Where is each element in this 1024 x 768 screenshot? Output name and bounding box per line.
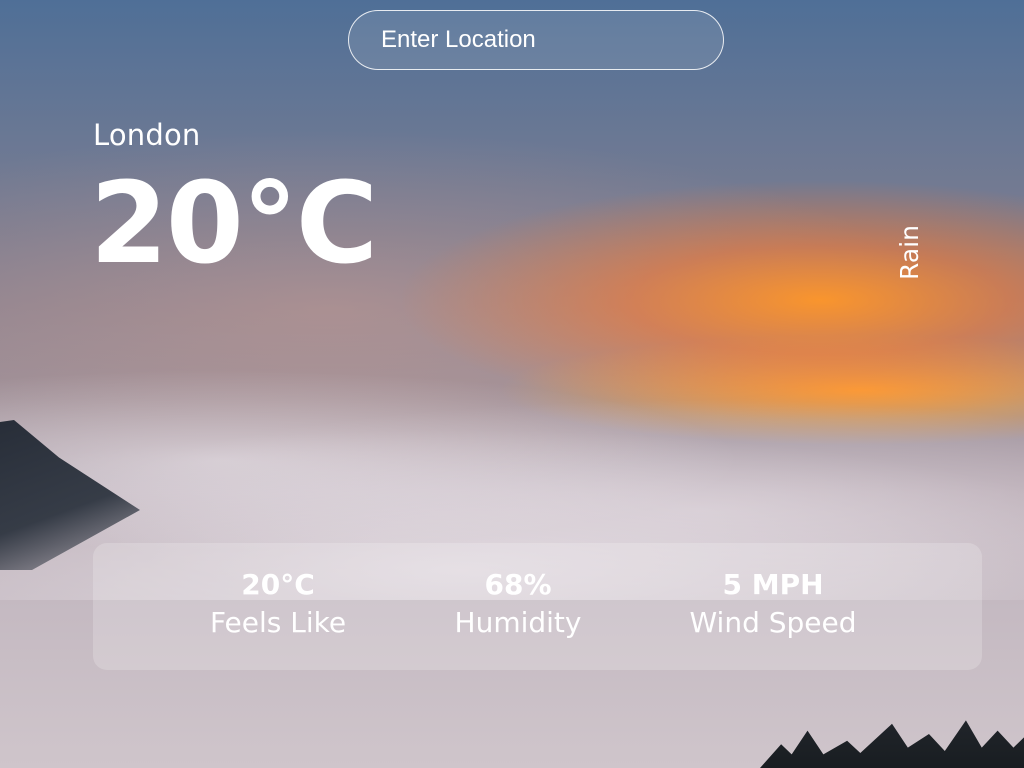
wind-speed-value: 5 MPH	[722, 568, 824, 601]
humidity-stat: 68% Humidity	[438, 567, 598, 643]
current-temperature: 20°C	[90, 159, 378, 289]
feels-like-label: Feels Like	[209, 606, 347, 639]
weather-app: London 20°C Rain 20°C Feels Like 68% Hum…	[0, 0, 1024, 768]
weather-stats-panel: 20°C Feels Like 68% Humidity 5 MPH Wind …	[93, 543, 982, 670]
humidity-label: Humidity	[454, 606, 582, 639]
wind-speed-stat: 5 MPH Wind Speed	[673, 567, 873, 643]
humidity-value: 68%	[484, 568, 552, 601]
city-name: London	[93, 118, 201, 152]
location-search-input[interactable]	[348, 10, 724, 70]
background-trees	[760, 720, 1024, 768]
weather-condition: Rain	[895, 225, 924, 280]
wind-speed-label: Wind Speed	[689, 606, 857, 639]
feels-like-stat: 20°C Feels Like	[198, 567, 358, 643]
feels-like-value: 20°C	[241, 568, 315, 601]
